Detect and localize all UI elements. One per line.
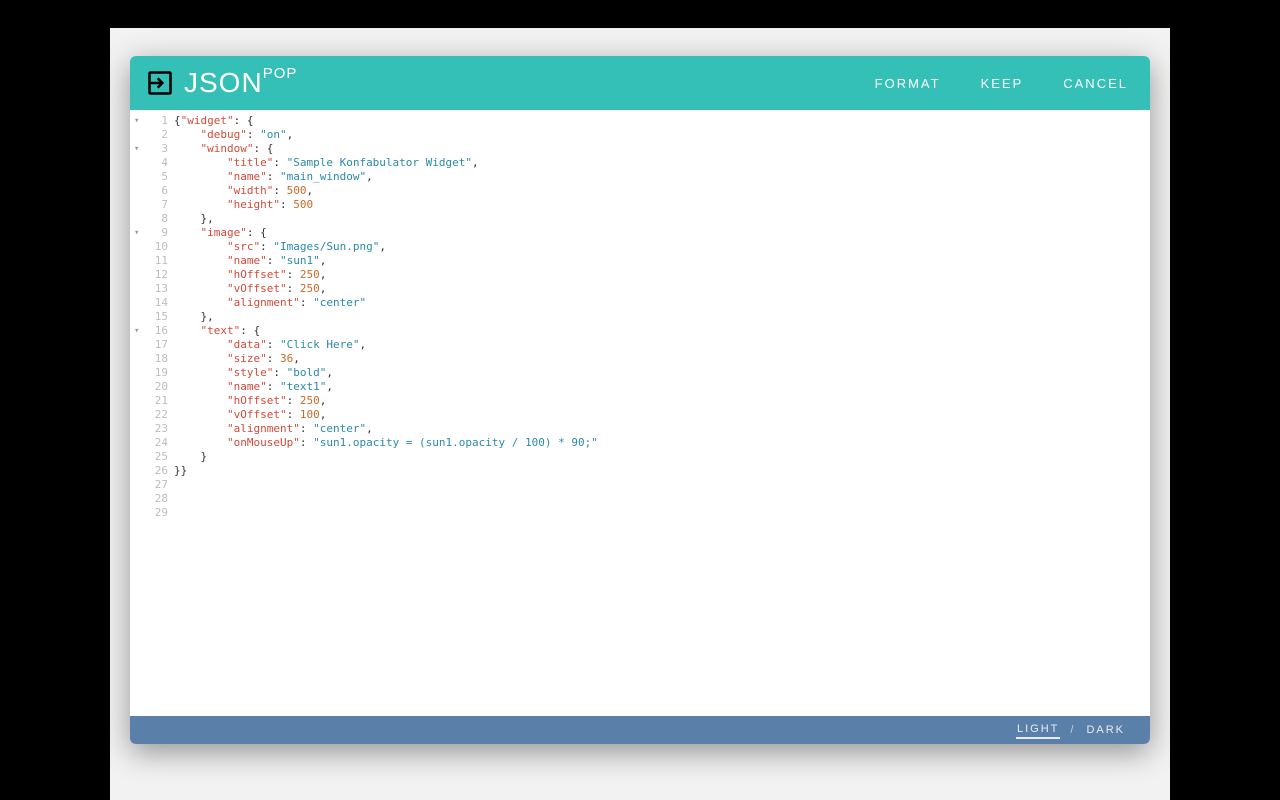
code-line[interactable]: "vOffset": 250,	[174, 282, 1150, 296]
format-button[interactable]: FORMAT	[875, 76, 941, 91]
code-line[interactable]: "vOffset": 100,	[174, 408, 1150, 422]
line-number: 16▾	[130, 324, 168, 338]
cancel-button[interactable]: CANCEL	[1063, 76, 1128, 91]
keep-button[interactable]: KEEP	[981, 76, 1024, 91]
footer-bar: LIGHT / DARK	[130, 716, 1150, 744]
theme-separator: /	[1070, 724, 1075, 736]
brand-suffix: POP	[263, 65, 298, 82]
line-number: 7	[130, 198, 168, 212]
fold-toggle-icon[interactable]: ▾	[134, 324, 139, 338]
line-number: 3▾	[130, 142, 168, 156]
code-line[interactable]: "image": {	[174, 226, 1150, 240]
line-number-gutter: 1▾23▾456789▾10111213141516▾1718192021222…	[130, 114, 174, 716]
code-line[interactable]	[174, 492, 1150, 506]
header-bar: JSON POP FORMAT KEEP CANCEL	[130, 56, 1150, 110]
line-number: 15	[130, 310, 168, 324]
line-number: 1▾	[130, 114, 168, 128]
code-line[interactable]: "title": "Sample Konfabulator Widget",	[174, 156, 1150, 170]
code-line[interactable]: "size": 36,	[174, 352, 1150, 366]
line-number: 12	[130, 268, 168, 282]
brand-name: JSON	[184, 67, 263, 99]
code-line[interactable]: "name": "text1",	[174, 380, 1150, 394]
code-line[interactable]	[174, 478, 1150, 492]
code-line[interactable]: "height": 500	[174, 198, 1150, 212]
line-number: 29	[130, 506, 168, 520]
line-number: 24	[130, 436, 168, 450]
fold-toggle-icon[interactable]: ▾	[134, 114, 139, 128]
line-number: 20	[130, 380, 168, 394]
line-number: 19	[130, 366, 168, 380]
logo-icon	[146, 69, 174, 97]
code-line[interactable]: {"widget": {	[174, 114, 1150, 128]
code-line[interactable]: "width": 500,	[174, 184, 1150, 198]
code-line[interactable]: "alignment": "center",	[174, 422, 1150, 436]
line-number: 27	[130, 478, 168, 492]
code-line[interactable]: "style": "bold",	[174, 366, 1150, 380]
line-number: 18	[130, 352, 168, 366]
line-number: 10	[130, 240, 168, 254]
code-editor[interactable]: 1▾23▾456789▾10111213141516▾1718192021222…	[130, 110, 1150, 716]
line-number: 17	[130, 338, 168, 352]
line-number: 28	[130, 492, 168, 506]
code-line[interactable]: },	[174, 212, 1150, 226]
line-number: 4	[130, 156, 168, 170]
code-line[interactable]: "alignment": "center"	[174, 296, 1150, 310]
line-number: 25	[130, 450, 168, 464]
code-line[interactable]: "name": "sun1",	[174, 254, 1150, 268]
fold-toggle-icon[interactable]: ▾	[134, 226, 139, 240]
app-window: JSON POP FORMAT KEEP CANCEL 1▾23▾456789▾…	[130, 56, 1150, 744]
code-line[interactable]: }}	[174, 464, 1150, 478]
line-number: 22	[130, 408, 168, 422]
code-line[interactable]: }	[174, 450, 1150, 464]
fold-toggle-icon[interactable]: ▾	[134, 142, 139, 156]
code-content[interactable]: {"widget": { "debug": "on", "window": { …	[174, 114, 1150, 716]
code-line[interactable]	[174, 506, 1150, 520]
line-number: 11	[130, 254, 168, 268]
code-line[interactable]: "onMouseUp": "sun1.opacity = (sun1.opaci…	[174, 436, 1150, 450]
line-number: 26	[130, 464, 168, 478]
code-line[interactable]: "window": {	[174, 142, 1150, 156]
line-number: 8	[130, 212, 168, 226]
theme-light-button[interactable]: LIGHT	[1016, 721, 1060, 739]
theme-dark-button[interactable]: DARK	[1085, 722, 1126, 738]
code-line[interactable]: "data": "Click Here",	[174, 338, 1150, 352]
line-number: 21	[130, 394, 168, 408]
code-line[interactable]: "debug": "on",	[174, 128, 1150, 142]
line-number: 5	[130, 170, 168, 184]
code-line[interactable]: "hOffset": 250,	[174, 268, 1150, 282]
line-number: 23	[130, 422, 168, 436]
line-number: 9▾	[130, 226, 168, 240]
code-line[interactable]: "name": "main_window",	[174, 170, 1150, 184]
line-number: 6	[130, 184, 168, 198]
code-line[interactable]: },	[174, 310, 1150, 324]
code-line[interactable]: "src": "Images/Sun.png",	[174, 240, 1150, 254]
line-number: 14	[130, 296, 168, 310]
code-line[interactable]: "hOffset": 250,	[174, 394, 1150, 408]
code-line[interactable]: "text": {	[174, 324, 1150, 338]
line-number: 13	[130, 282, 168, 296]
line-number: 2	[130, 128, 168, 142]
